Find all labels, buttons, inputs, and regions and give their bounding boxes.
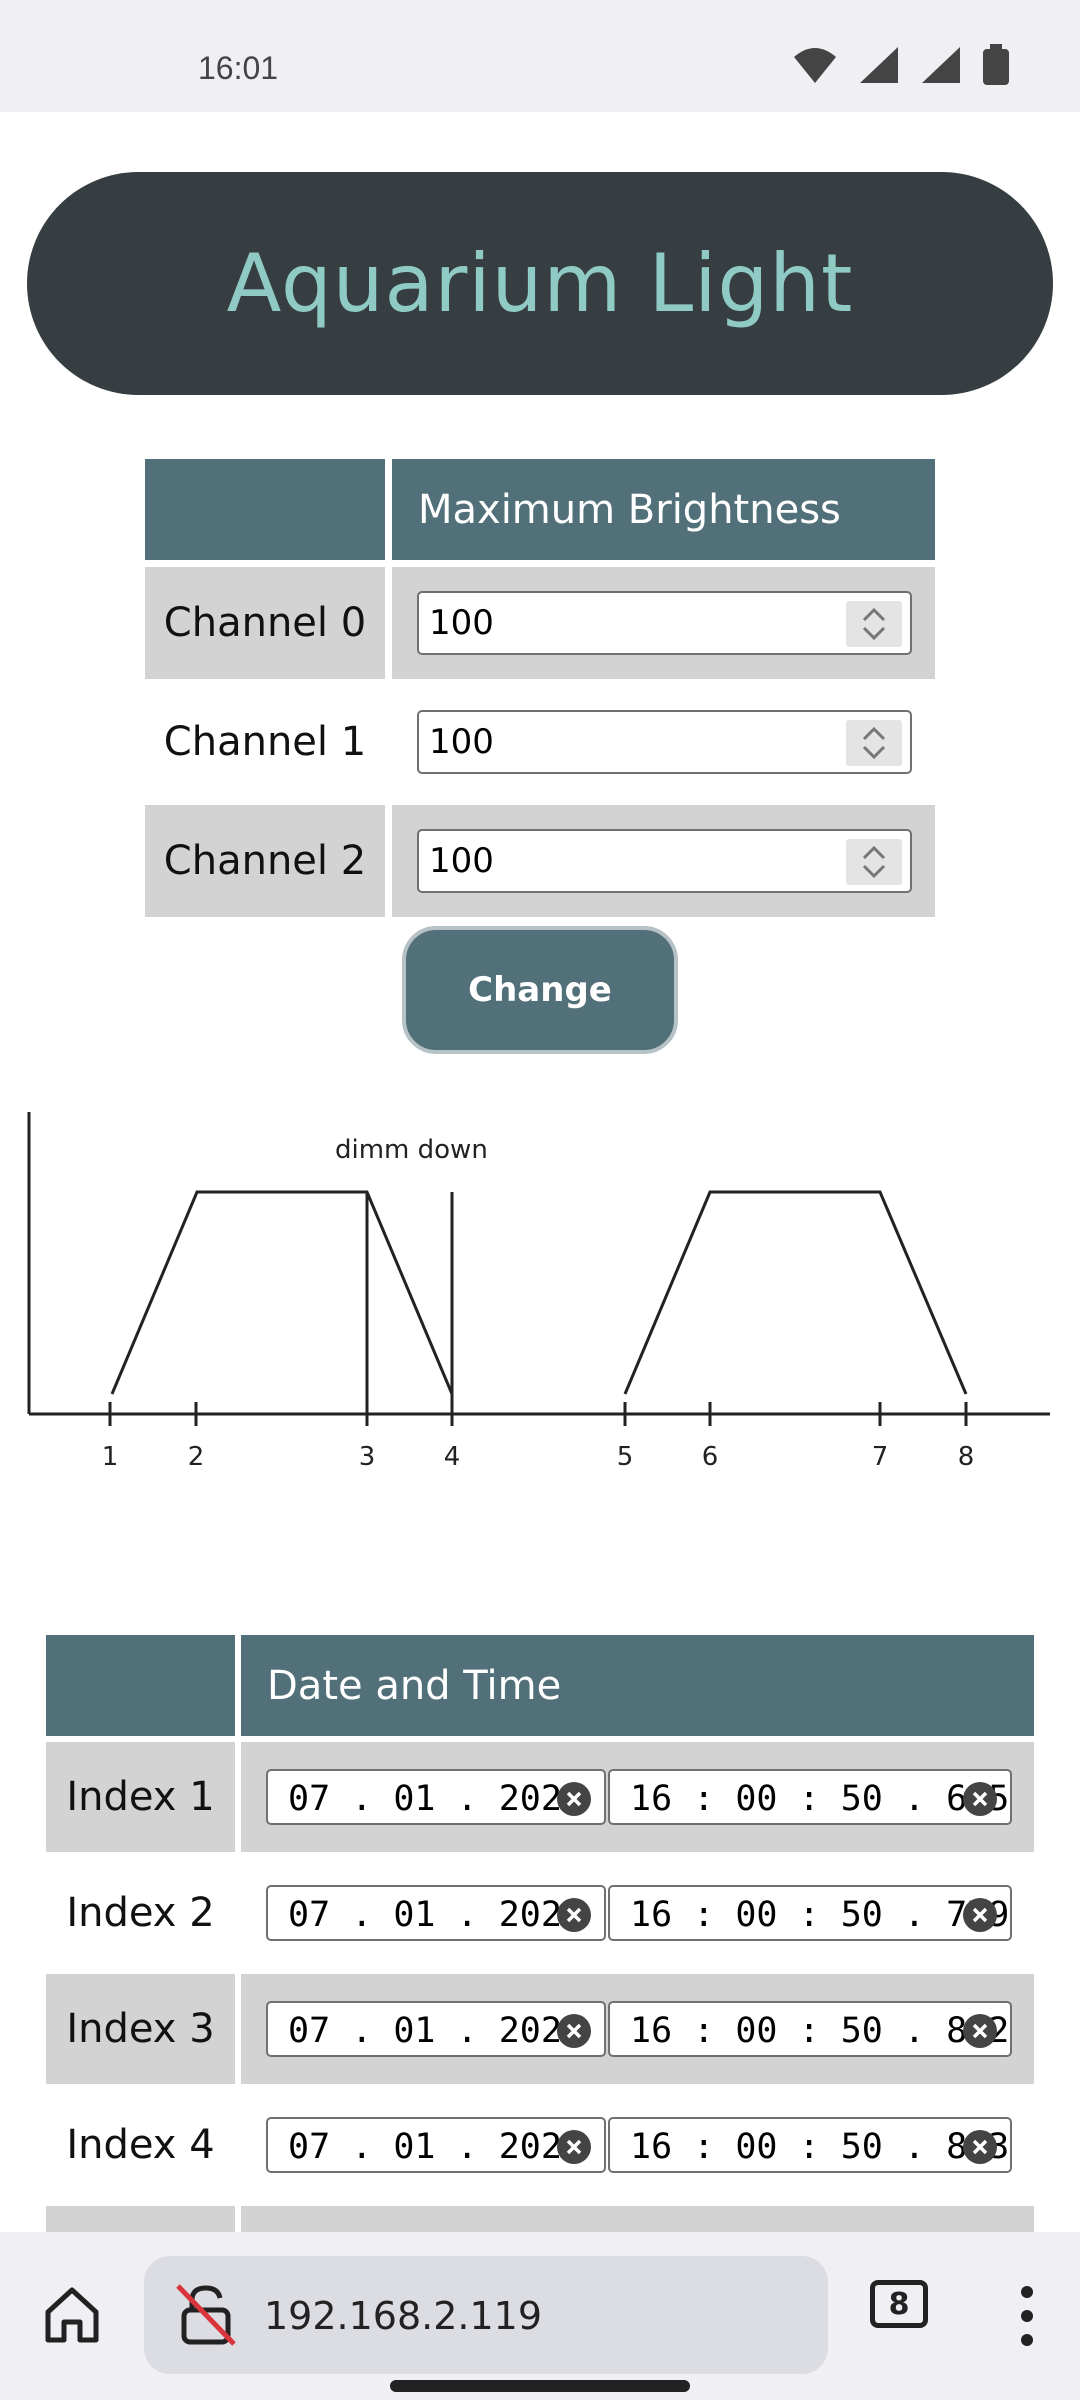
date-input[interactable]: 07 . 01 . 2022 <box>266 1769 606 1825</box>
channel-label: Channel 0 <box>145 567 385 679</box>
channel-label: Channel 1 <box>163 719 367 765</box>
status-bar: 16:01 <box>0 0 1080 112</box>
channel-2-brightness-input[interactable]: 100 <box>417 829 912 893</box>
date-input[interactable]: 07 . 01 . 2022 <box>266 1885 606 1941</box>
home-icon[interactable] <box>40 2282 104 2346</box>
channel-row-1: Channel 1 100 <box>145 686 935 798</box>
date-value: 07 . 01 . 2022 <box>288 1779 584 1819</box>
spinner-icon[interactable] <box>846 601 902 647</box>
clear-icon[interactable] <box>963 2014 997 2048</box>
date-value: 07 . 01 . 2022 <box>288 2011 584 2051</box>
index-label: Index 1 <box>46 1742 235 1852</box>
time-value: 16 : 00 : 50 . 802 <box>630 2011 1010 2051</box>
max-brightness-header: Maximum Brightness <box>392 459 935 560</box>
tick-label: 4 <box>444 1442 461 1472</box>
signal-icon <box>860 47 898 83</box>
index-row-2: Index 2 07 . 01 . 2022 16 : 00 : 50 . 77… <box>46 1858 1034 1968</box>
time-input[interactable]: 16 : 00 : 50 . 823 <box>608 2117 1012 2173</box>
date-input[interactable]: 07 . 01 . 2022 <box>266 2117 606 2173</box>
tick-label: 2 <box>188 1442 205 1472</box>
diagram-tick-labels: 1 2 3 4 5 6 7 8 <box>102 1442 975 1472</box>
address-bar[interactable]: 192.168.2.119 <box>144 2256 828 2374</box>
date-time-header-row: Date and Time <box>46 1635 1034 1736</box>
time-value: 16 : 00 : 50 . 625 <box>630 1779 1010 1819</box>
status-icons <box>792 44 1010 86</box>
time-input[interactable]: 16 : 00 : 50 . 625 <box>608 1769 1012 1825</box>
input-value: 100 <box>429 603 494 643</box>
index-label: Index 3 <box>46 1974 235 2084</box>
date-input[interactable]: 07 . 01 . 2022 <box>266 2001 606 2057</box>
status-time: 16:01 <box>198 50 279 86</box>
index-label: Index 4 <box>66 2122 215 2168</box>
clear-icon[interactable] <box>557 2130 591 2164</box>
tick-label: 8 <box>958 1442 975 1472</box>
brightness-header-row: Maximum Brightness <box>145 459 935 560</box>
diagram-axes <box>27 1112 1050 1416</box>
time-value: 16 : 00 : 50 . 823 <box>630 2127 1010 2167</box>
clear-icon[interactable] <box>963 1782 997 1816</box>
dimm-down-annotation: dimm down <box>335 1135 488 1165</box>
tick-label: 7 <box>872 1442 889 1472</box>
tab-switcher-button[interactable]: 8 <box>870 2280 928 2328</box>
date-value: 07 . 01 . 2022 <box>288 1895 584 1935</box>
date-time-header: Date and Time <box>241 1635 1034 1736</box>
more-vert-icon[interactable] <box>1012 2284 1042 2348</box>
tick-label: 6 <box>702 1442 719 1472</box>
header-banner: Aquarium Light <box>27 172 1053 395</box>
diagram-profile <box>110 1190 968 1414</box>
tick-label: 1 <box>102 1442 119 1472</box>
clear-icon[interactable] <box>963 2130 997 2164</box>
browser-toolbar: 192.168.2.119 8 <box>0 2232 1080 2400</box>
channel-1-brightness-input[interactable]: 100 <box>417 710 912 774</box>
input-value: 100 <box>429 841 494 881</box>
spinner-icon[interactable] <box>846 839 902 885</box>
home-indicator[interactable] <box>390 2380 690 2392</box>
empty-header-cell <box>46 1635 235 1736</box>
date-value: 07 . 01 . 2022 <box>288 2127 584 2167</box>
signal-icon <box>922 47 960 83</box>
clear-icon[interactable] <box>557 1898 591 1932</box>
tick-label: 3 <box>359 1442 376 1472</box>
time-value: 16 : 00 : 50 . 779 <box>630 1895 1010 1935</box>
empty-header-cell <box>145 459 385 560</box>
channel-row-0: Channel 0 100 <box>145 567 935 679</box>
channel-0-brightness-input[interactable]: 100 <box>417 591 912 655</box>
clear-icon[interactable] <box>963 1898 997 1932</box>
index-label: Index 2 <box>66 1890 215 1936</box>
channel-label: Channel 2 <box>145 805 385 917</box>
url-text: 192.168.2.119 <box>264 2294 543 2338</box>
time-input[interactable]: 16 : 00 : 50 . 802 <box>608 2001 1012 2057</box>
index-row-1: Index 1 07 . 01 . 2022 16 : 00 : 50 . 62… <box>46 1742 1034 1852</box>
wifi-icon <box>794 48 836 83</box>
change-button[interactable]: Change <box>402 926 678 1054</box>
time-input[interactable]: 16 : 00 : 50 . 779 <box>608 1885 1012 1941</box>
battery-icon <box>983 44 1009 85</box>
schedule-diagram: dimm down 1 2 3 4 5 6 7 8 <box>27 1112 1050 1472</box>
page-title: Aquarium Light <box>226 237 854 330</box>
spinner-icon[interactable] <box>846 720 902 766</box>
index-row-4: Index 4 07 . 01 . 2022 16 : 00 : 50 . 82… <box>46 2090 1034 2200</box>
clear-icon[interactable] <box>557 1782 591 1816</box>
tick-label: 5 <box>617 1442 634 1472</box>
index-row-3: Index 3 07 . 01 . 2022 16 : 00 : 50 . 80… <box>46 1974 1034 2084</box>
input-value: 100 <box>429 722 494 762</box>
clear-icon[interactable] <box>557 2014 591 2048</box>
channel-row-2: Channel 2 100 <box>145 805 935 917</box>
insecure-lock-icon[interactable] <box>174 2282 238 2348</box>
